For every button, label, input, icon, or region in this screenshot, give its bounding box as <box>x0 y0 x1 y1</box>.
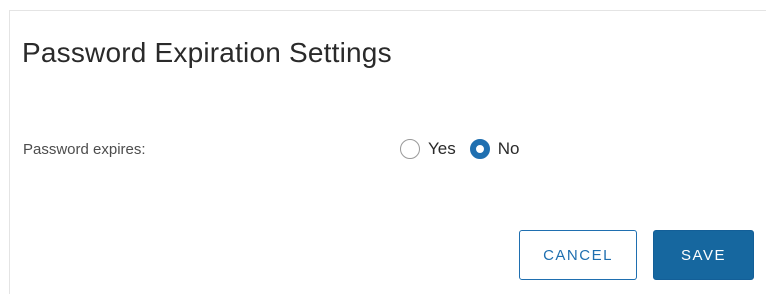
password-expires-label: Password expires: <box>23 141 146 158</box>
cancel-button[interactable]: CANCEL <box>519 230 637 280</box>
radio-no[interactable] <box>469 139 490 159</box>
radio-yes[interactable] <box>400 139 420 159</box>
password-expiration-dialog: Password Expiration Settings Password ex… <box>9 10 766 294</box>
radio-option-yes[interactable]: Yes <box>400 139 456 159</box>
dialog-title: Password Expiration Settings <box>22 37 392 68</box>
radio-yes-label: Yes <box>428 139 456 158</box>
save-button[interactable]: SAVE <box>653 230 754 280</box>
radio-option-no[interactable]: No <box>469 139 520 159</box>
password-expires-radio-group: Yes No <box>400 139 533 159</box>
radio-no-label: No <box>497 139 520 158</box>
